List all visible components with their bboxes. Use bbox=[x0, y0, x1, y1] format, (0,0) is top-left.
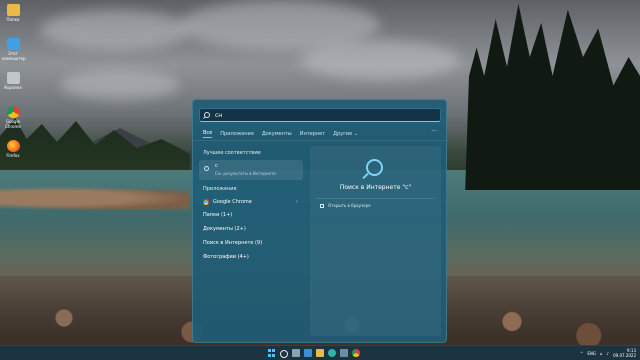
start-button[interactable] bbox=[268, 349, 276, 357]
tab-more-label: Другие bbox=[333, 130, 353, 137]
open-in-browser-action[interactable]: Открыть в браузере bbox=[320, 203, 371, 208]
firefox-icon bbox=[6, 140, 20, 152]
computer-icon bbox=[6, 38, 20, 50]
edge-icon[interactable] bbox=[328, 349, 336, 357]
best-match-item[interactable]: c См. результаты в Интернете bbox=[199, 160, 303, 180]
chrome-icon bbox=[6, 106, 20, 118]
chevron-right-icon[interactable]: › bbox=[296, 199, 298, 205]
chrome-icon bbox=[203, 199, 209, 205]
chevron-down-icon: ⌄ bbox=[353, 130, 358, 137]
desktop-icon-label: Firefox bbox=[6, 153, 20, 158]
apps-heading: Приложения bbox=[203, 186, 237, 192]
results-list: Лучшее соответствие c См. результаты в И… bbox=[199, 146, 304, 264]
search-box[interactable] bbox=[199, 108, 441, 122]
desktop-icon-label: Google Chrome bbox=[5, 119, 21, 129]
tab-documents[interactable]: Документы bbox=[262, 130, 292, 138]
divider bbox=[316, 198, 435, 199]
volume-icon[interactable]: ♪ bbox=[607, 351, 610, 356]
search-icon bbox=[204, 166, 209, 171]
network-icon[interactable]: ⌂ bbox=[600, 351, 603, 356]
search-panel: Все Приложения Документы Интернет Другие… bbox=[192, 99, 447, 343]
file-explorer-icon[interactable] bbox=[316, 349, 324, 357]
best-match-heading: Лучшее соответствие bbox=[203, 150, 261, 156]
app-result-label: Google Chrome bbox=[213, 199, 252, 205]
search-tabs: Все Приложения Документы Интернет Другие… bbox=[203, 129, 358, 138]
category-documents[interactable]: Документы (2+) bbox=[199, 222, 304, 236]
language-indicator[interactable]: ENG bbox=[587, 351, 596, 356]
desktop-icon-computer[interactable]: Этот компьютер bbox=[2, 38, 26, 61]
task-view-icon[interactable] bbox=[292, 349, 300, 357]
tray-overflow-button[interactable]: ^ bbox=[580, 351, 583, 356]
taskbar-apps bbox=[268, 349, 360, 358]
tab-all[interactable]: Все bbox=[203, 129, 213, 138]
widgets-icon[interactable] bbox=[304, 349, 312, 357]
desktop-icon-recycle-bin[interactable]: Корзина bbox=[2, 72, 24, 90]
system-tray: ^ ENG ⌂ ♪ 9:13 09.07.2022 bbox=[580, 348, 636, 358]
tab-apps[interactable]: Приложения bbox=[220, 130, 254, 138]
search-input[interactable] bbox=[215, 111, 415, 119]
app-result-chrome[interactable]: Google Chrome › bbox=[199, 196, 304, 208]
folder-icon bbox=[6, 4, 20, 16]
best-match-query: c bbox=[215, 163, 218, 169]
search-icon[interactable] bbox=[280, 350, 288, 358]
tab-more[interactable]: Другие ⌄ bbox=[333, 130, 358, 138]
preview-pane: Поиск в Интернете "c" Открыть в браузере bbox=[310, 146, 441, 336]
open-in-browser-label: Открыть в браузере bbox=[328, 203, 371, 208]
web-search-title: Поиск в Интернете "c" bbox=[339, 184, 412, 191]
more-options-button[interactable]: ··· bbox=[431, 128, 437, 135]
search-icon bbox=[204, 112, 210, 118]
desktop-icon-folder[interactable]: Папка bbox=[2, 4, 24, 22]
search-icon bbox=[366, 159, 383, 176]
tab-web[interactable]: Интернет bbox=[300, 130, 325, 138]
desktop-icon-label: Этот компьютер bbox=[2, 51, 26, 61]
clock[interactable]: 9:13 09.07.2022 bbox=[613, 348, 636, 358]
desktop-icon-firefox[interactable]: Firefox bbox=[2, 140, 24, 158]
desktop-icon-label: Корзина bbox=[4, 85, 22, 90]
taskbar: ^ ENG ⌂ ♪ 9:13 09.07.2022 bbox=[0, 345, 640, 360]
divider bbox=[193, 140, 446, 141]
store-icon[interactable] bbox=[340, 349, 348, 357]
desktop-icon-label: Папка bbox=[6, 17, 20, 22]
recycle-bin-icon bbox=[6, 72, 20, 84]
category-folders[interactable]: Папки (1+) bbox=[199, 208, 304, 222]
category-photos[interactable]: Фотографии (4+) bbox=[199, 250, 304, 264]
chrome-icon[interactable] bbox=[352, 349, 360, 357]
category-web-search[interactable]: Поиск в Интернете (9) bbox=[199, 236, 304, 250]
best-match-hint: См. результаты в Интернете bbox=[215, 171, 276, 176]
desktop-icon-chrome[interactable]: Google Chrome bbox=[2, 106, 24, 129]
clock-date: 09.07.2022 bbox=[613, 353, 636, 358]
open-external-icon bbox=[320, 203, 324, 208]
